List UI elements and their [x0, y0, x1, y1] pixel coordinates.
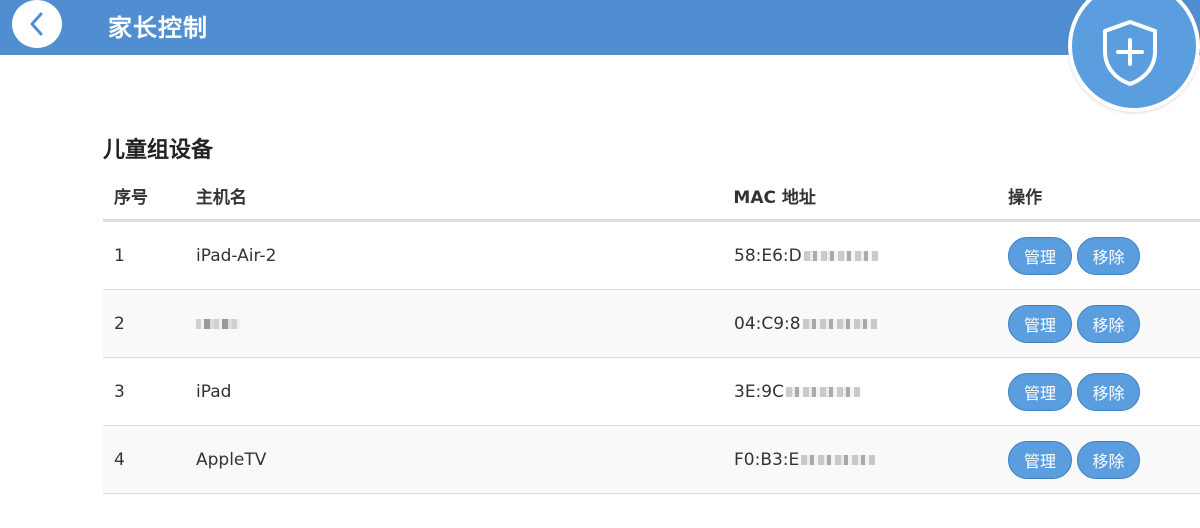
mac-prefix: 04:C9:8: [734, 313, 801, 334]
table-row: 3 iPad 3E:9C 管理 移除: [103, 358, 1200, 426]
mac-prefix: F0:B3:E: [734, 449, 800, 470]
row-mac: 58:E6:D: [734, 246, 1008, 266]
mac-prefix: 58:E6:D: [734, 245, 802, 266]
row-actions: 管理 移除: [1008, 372, 1200, 411]
remove-button[interactable]: 移除: [1077, 304, 1140, 343]
section-title: 儿童组设备: [103, 138, 214, 163]
shield-plus-icon: [1103, 20, 1157, 86]
row-mac: F0:B3:E: [734, 450, 1008, 470]
mac-redacted: [801, 454, 876, 465]
row-index: 2: [114, 313, 125, 334]
row-host: AppleTV: [196, 449, 267, 470]
row-index: 1: [114, 245, 125, 266]
table-header: 序号 主机名 MAC 地址 操作: [103, 172, 1200, 222]
page-title: 家长控制: [108, 14, 208, 42]
manage-button[interactable]: 管理: [1008, 304, 1072, 343]
table-row: 2 04:C9:8 管理 移除: [103, 290, 1200, 358]
row-mac: 3E:9C: [734, 382, 1008, 402]
remove-button[interactable]: 移除: [1077, 372, 1140, 411]
row-actions: 管理 移除: [1008, 304, 1200, 343]
header-mac: MAC 地址: [733, 188, 816, 208]
back-button[interactable]: [12, 0, 62, 48]
mac-prefix: 3E:9C: [734, 381, 784, 402]
table-row: 4 AppleTV F0:B3:E 管理 移除: [103, 426, 1200, 494]
mac-redacted: [803, 250, 878, 261]
header-index: 序号: [114, 188, 148, 208]
manage-button[interactable]: 管理: [1008, 440, 1072, 479]
row-host: [196, 314, 734, 334]
device-table: 序号 主机名 MAC 地址 操作 1 iPad-Air-2 58:E6:D 管理…: [103, 172, 1200, 494]
manage-button[interactable]: 管理: [1008, 372, 1072, 411]
mac-redacted: [785, 386, 860, 397]
table-row: 1 iPad-Air-2 58:E6:D 管理 移除: [103, 222, 1200, 290]
row-mac: 04:C9:8: [734, 314, 1008, 334]
row-actions: 管理 移除: [1008, 440, 1200, 479]
row-index: 4: [114, 449, 125, 470]
row-host: iPad-Air-2: [196, 245, 277, 266]
row-host: iPad: [196, 381, 232, 402]
host-redacted: [196, 318, 240, 329]
header-host: 主机名: [195, 188, 247, 208]
mac-redacted: [802, 318, 877, 329]
chevron-left-icon: [30, 12, 43, 36]
remove-button[interactable]: 移除: [1077, 440, 1140, 479]
row-index: 3: [114, 381, 125, 402]
top-bar: 家长控制: [0, 0, 1200, 55]
add-device-button[interactable]: [1068, 0, 1200, 112]
remove-button[interactable]: 移除: [1077, 236, 1140, 275]
manage-button[interactable]: 管理: [1008, 236, 1072, 275]
row-actions: 管理 移除: [1008, 236, 1200, 275]
header-actions: 操作: [1008, 188, 1043, 208]
